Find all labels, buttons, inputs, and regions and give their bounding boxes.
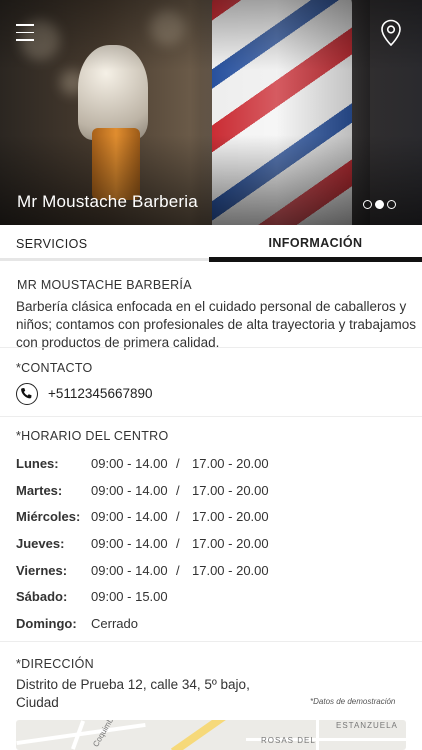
schedule-separator: /: [176, 563, 180, 578]
carousel-indicators[interactable]: [363, 200, 396, 209]
schedule-slot-afternoon: 17.00 - 20.00: [192, 509, 269, 524]
address-label: *DIRECCIÓN: [16, 657, 95, 671]
business-name: MR MOUSTACHE BARBERÍA: [17, 278, 192, 292]
schedule-slot-afternoon: 17.00 - 20.00: [192, 563, 269, 578]
schedule-row: Lunes: 09:00 - 14.00 / 17.00 - 20.00: [16, 456, 416, 474]
schedule-separator: /: [176, 536, 180, 551]
contact-label: *CONTACTO: [16, 361, 93, 375]
schedule-row: Martes: 09:00 - 14.00 / 17.00 - 20.00: [16, 483, 416, 501]
schedule-row: Jueves: 09:00 - 14.00 / 17.00 - 20.00: [16, 536, 416, 554]
schedule-separator: /: [176, 456, 180, 471]
map-pin-icon[interactable]: [380, 19, 402, 47]
divider: [0, 347, 422, 348]
schedule-row: Viernes: 09:00 - 14.00 / 17.00 - 20.00: [16, 563, 416, 581]
map-label: ROSAS DEL: [261, 736, 316, 745]
hero-top-shade: [0, 0, 422, 70]
map-main-road: [170, 720, 242, 750]
schedule-separator: /: [176, 509, 180, 524]
schedule-label: *HORARIO DEL CENTRO: [16, 429, 169, 443]
schedule-slot-afternoon: 17.00 - 20.00: [192, 483, 269, 498]
phone-icon[interactable]: [16, 383, 38, 405]
schedule-day: Miércoles:: [16, 509, 81, 524]
hero-image-carousel[interactable]: Mr Moustache Barberia: [0, 0, 422, 225]
schedule-slot-morning: 09:00 - 14.00: [91, 563, 168, 578]
schedule-day: Lunes:: [16, 456, 59, 471]
schedule-slot-morning: 09:00 - 14.00: [91, 509, 168, 524]
hero-title: Mr Moustache Barberia: [17, 192, 198, 211]
phone-number-link[interactable]: +5112345667890: [48, 386, 153, 401]
schedule-day: Sábado:: [16, 589, 68, 604]
address-line-2: Ciudad: [16, 695, 59, 710]
schedule-slot-afternoon: 17.00 - 20.00: [192, 536, 269, 551]
map-road: [316, 720, 319, 750]
location-map[interactable]: ESTANZUELA ROSAS DEL Coquimbo: [16, 720, 406, 750]
schedule-row: Sábado: 09:00 - 15.00: [16, 589, 416, 607]
schedule-separator: /: [176, 483, 180, 498]
schedule-day: Domingo:: [16, 616, 77, 631]
schedule-slot-morning: 09:00 - 14.00: [91, 456, 168, 471]
schedule-row: Domingo: Cerrado: [16, 616, 416, 634]
map-label: ESTANZUELA: [336, 721, 398, 730]
tab-underline-active: [209, 257, 422, 262]
schedule-day: Martes:: [16, 483, 63, 498]
carousel-dot-active[interactable]: [375, 200, 384, 209]
schedule-slot-morning: 09:00 - 14.00: [91, 536, 168, 551]
address-text: Distrito de Prueba 12, calle 34, 5º bajo…: [16, 676, 276, 712]
carousel-dot[interactable]: [387, 200, 396, 209]
address-line-1: Distrito de Prueba 12, calle 34, 5º bajo…: [16, 677, 250, 692]
schedule-day: Jueves:: [16, 536, 65, 551]
divider: [0, 416, 422, 417]
schedule-slot-morning: 09:00 - 14.00: [91, 483, 168, 498]
divider: [0, 641, 422, 642]
demo-data-note: *Datos de demostración: [310, 697, 396, 706]
schedule-slot-morning: 09:00 - 15.00: [91, 589, 168, 604]
carousel-dot[interactable]: [363, 200, 372, 209]
hamburger-menu-icon[interactable]: [16, 24, 34, 44]
map-label: Coquimbo: [91, 720, 118, 749]
tab-underline-inactive: [0, 258, 209, 261]
schedule-closed: Cerrado: [91, 616, 138, 631]
schedule-day: Viernes:: [16, 563, 68, 578]
schedule-row: Miércoles: 09:00 - 14.00 / 17.00 - 20.00: [16, 509, 416, 527]
business-description: Barbería clásica enfocada en el cuidado …: [16, 299, 416, 350]
schedule-slot-afternoon: 17.00 - 20.00: [192, 456, 269, 471]
